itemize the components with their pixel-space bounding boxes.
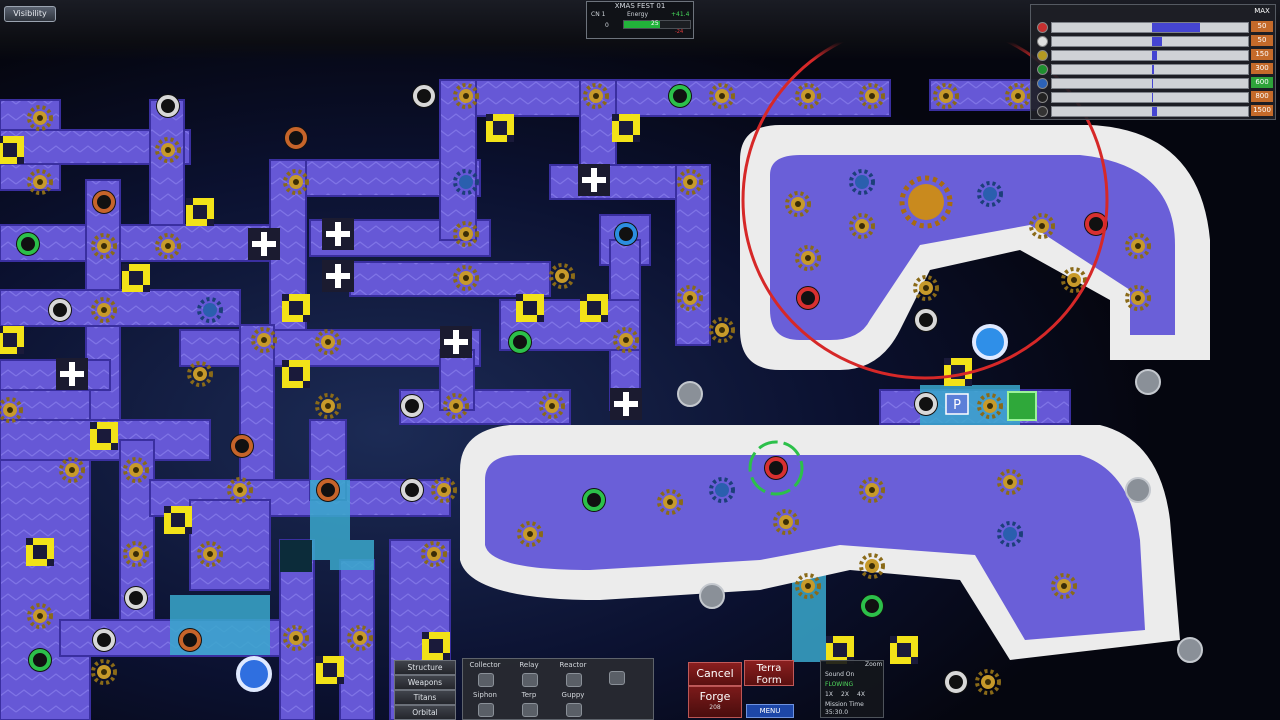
resource-dot-icon: [1037, 36, 1048, 47]
build-panel: Collector Relay Reactor Siphon Terp Gupp…: [462, 658, 654, 720]
build-reactor-label: Reactor: [559, 661, 587, 669]
resource-label: 600: [1251, 77, 1273, 88]
resource-row: 1500: [1033, 103, 1273, 119]
category-weapons[interactable]: Weapons: [394, 675, 456, 690]
resource-label: 50: [1251, 35, 1273, 46]
speed-4x[interactable]: 4X: [857, 691, 865, 698]
forge-label: Forge: [699, 690, 731, 703]
resource-bar-fill: [1152, 37, 1162, 46]
resource-label: 50: [1251, 21, 1273, 32]
resource-bar-fill: [1152, 65, 1154, 74]
resource-bar-fill: [1152, 79, 1153, 88]
resource-bar-fill: [1152, 51, 1157, 60]
forge-count: 208: [709, 704, 721, 711]
resource-label: 150: [1251, 49, 1273, 60]
resource-bar: [1051, 106, 1249, 117]
build-collector-label: Collector: [469, 661, 501, 669]
resource-dot-icon: [1037, 106, 1048, 117]
resource-dot-icon: [1037, 50, 1048, 61]
build-guppy-label: Guppy: [561, 691, 585, 699]
lock-icon: [609, 671, 625, 685]
mission-panel: XMAS FEST 01 CN 1 0 Energy +41.4 25 -24: [586, 1, 694, 39]
terp-icon[interactable]: [522, 703, 538, 717]
svg-text:P: P: [953, 398, 961, 413]
resource-bar-fill: [1152, 23, 1200, 32]
category-orbital[interactable]: Orbital: [394, 705, 456, 720]
mission-time-value: 35:30.0: [825, 709, 849, 716]
resource-bar: [1051, 64, 1249, 75]
guppy-icon[interactable]: [566, 703, 582, 717]
menu-button[interactable]: MENU: [746, 704, 794, 718]
resource-dot-icon: [1037, 92, 1048, 103]
mission-title: XMAS FEST 01: [614, 2, 666, 10]
build-terp-label: Terp: [521, 691, 537, 699]
cn-label: CN 1: [591, 11, 606, 18]
speed-panel: Zoom Sound On FLOWING 1X 2X 4X Mission T…: [820, 660, 884, 718]
terra-form-button[interactable]: Terra Form: [744, 660, 794, 686]
flowing-status: FLOWING: [825, 681, 854, 688]
resource-bar-fill: [1152, 107, 1157, 116]
speed-1x[interactable]: 1X: [825, 691, 833, 698]
build-ghost: [1007, 391, 1037, 421]
resource-bar-fill: [1152, 93, 1153, 102]
energy-value: 25: [651, 20, 659, 27]
visibility-button[interactable]: Visibility: [4, 6, 56, 22]
resource-bar: [1051, 92, 1249, 103]
build-siphon-label: Siphon: [473, 691, 497, 699]
speed-2x[interactable]: 2X: [841, 691, 849, 698]
resource-label: 800: [1251, 91, 1273, 102]
cancel-button[interactable]: Cancel: [688, 662, 742, 686]
resource-bar: [1051, 36, 1249, 47]
energy-label: Energy: [627, 11, 649, 18]
resource-bar: [1051, 78, 1249, 89]
category-structure[interactable]: Structure: [394, 660, 456, 675]
reactor-icon[interactable]: [566, 673, 582, 687]
resource-panel: MAX 50 50 150 300 600 800 1500: [1030, 4, 1276, 120]
energy-delta: +41.4: [671, 11, 690, 18]
relay-icon[interactable]: [522, 673, 538, 687]
max-label: MAX: [1254, 7, 1270, 15]
resource-bar: [1051, 22, 1249, 33]
cn-value: 0: [605, 22, 609, 29]
resource-label: 300: [1251, 63, 1273, 74]
resource-label: 1500: [1251, 105, 1273, 116]
category-titans[interactable]: Titans: [394, 690, 456, 705]
resource-dot-icon: [1037, 64, 1048, 75]
mission-time-label: Mission Time: [825, 701, 864, 708]
sound-toggle[interactable]: Sound On: [825, 671, 854, 678]
resource-bar: [1051, 50, 1249, 61]
forge-button[interactable]: Forge 208: [688, 686, 742, 718]
resource-dot-icon: [1037, 22, 1048, 33]
bottom-control-panel: Structure Weapons Titans Orbital Collect…: [392, 656, 888, 720]
build-relay-label: Relay: [519, 661, 539, 669]
collector-icon[interactable]: [478, 673, 494, 687]
siphon-icon[interactable]: [478, 703, 494, 717]
zoom-label[interactable]: Zoom: [865, 661, 882, 668]
resource-dot-icon: [1037, 78, 1048, 89]
energy-negative: -24: [675, 29, 684, 35]
